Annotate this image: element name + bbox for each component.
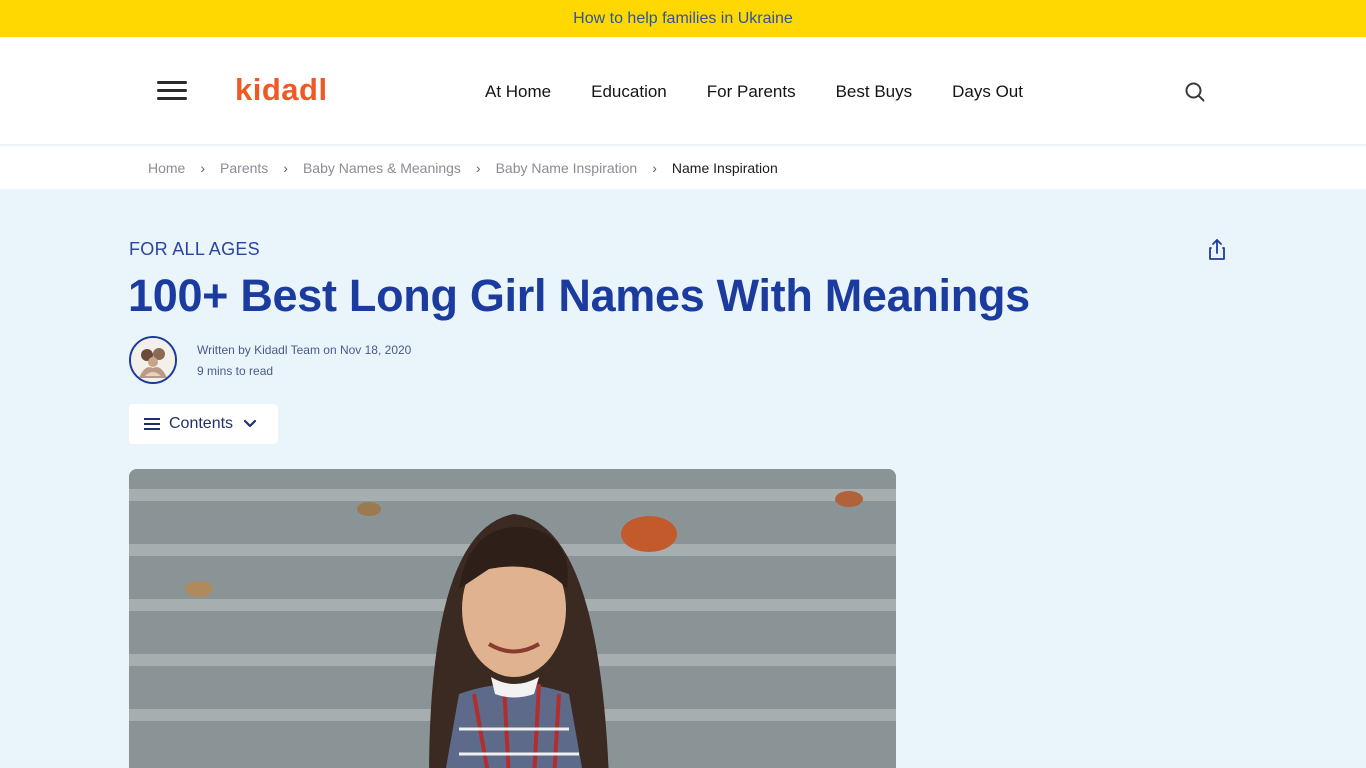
contents-dropdown[interactable]: Contents bbox=[129, 404, 278, 444]
site-header: kidadl At Home Education For Parents Bes… bbox=[0, 37, 1366, 145]
hero-image bbox=[129, 469, 896, 768]
breadcrumb-parents[interactable]: Parents bbox=[220, 160, 268, 176]
read-time: 9 mins to read bbox=[197, 364, 274, 378]
age-kicker[interactable]: FOR ALL AGES bbox=[129, 239, 260, 260]
breadcrumb-separator-icon: › bbox=[200, 159, 206, 176]
main-nav: At Home Education For Parents Best Buys … bbox=[485, 82, 1063, 102]
breadcrumb-baby-name-inspiration[interactable]: Baby Name Inspiration bbox=[496, 160, 638, 176]
nav-for-parents[interactable]: For Parents bbox=[707, 82, 796, 102]
author-line: Written by Kidadl Team on Nov 18, 2020 bbox=[197, 343, 412, 357]
nav-days-out[interactable]: Days Out bbox=[952, 82, 1023, 102]
breadcrumb-baby-names[interactable]: Baby Names & Meanings bbox=[303, 160, 461, 176]
breadcrumb-separator-icon: › bbox=[283, 159, 288, 176]
page-title: 100+ Best Long Girl Names With Meanings bbox=[128, 270, 1030, 321]
breadcrumb-separator-icon: › bbox=[652, 159, 657, 176]
share-icon[interactable] bbox=[1206, 238, 1228, 262]
logo[interactable]: kidadl bbox=[235, 72, 328, 108]
nav-education[interactable]: Education bbox=[591, 82, 667, 102]
nav-best-buys[interactable]: Best Buys bbox=[836, 82, 913, 102]
chevron-down-icon bbox=[243, 419, 257, 428]
byline: Written by Kidadl Team on Nov 18, 2020 9… bbox=[197, 340, 411, 382]
contents-label: Contents bbox=[169, 415, 234, 432]
ukraine-help-link[interactable]: How to help families in Ukraine bbox=[573, 10, 793, 28]
breadcrumb-separator-icon: › bbox=[475, 159, 481, 176]
breadcrumb-home[interactable]: Home bbox=[148, 160, 185, 176]
breadcrumb: Home › Parents › Baby Names & Meanings ›… bbox=[0, 146, 1366, 189]
list-icon bbox=[144, 418, 160, 430]
search-icon[interactable] bbox=[1183, 80, 1207, 104]
breadcrumb-current: Name Inspiration bbox=[671, 159, 778, 176]
author-avatar[interactable] bbox=[129, 336, 177, 384]
nav-at-home[interactable]: At Home bbox=[485, 82, 551, 102]
ukraine-banner: How to help families in Ukraine bbox=[0, 0, 1366, 37]
menu-icon[interactable] bbox=[157, 81, 187, 101]
